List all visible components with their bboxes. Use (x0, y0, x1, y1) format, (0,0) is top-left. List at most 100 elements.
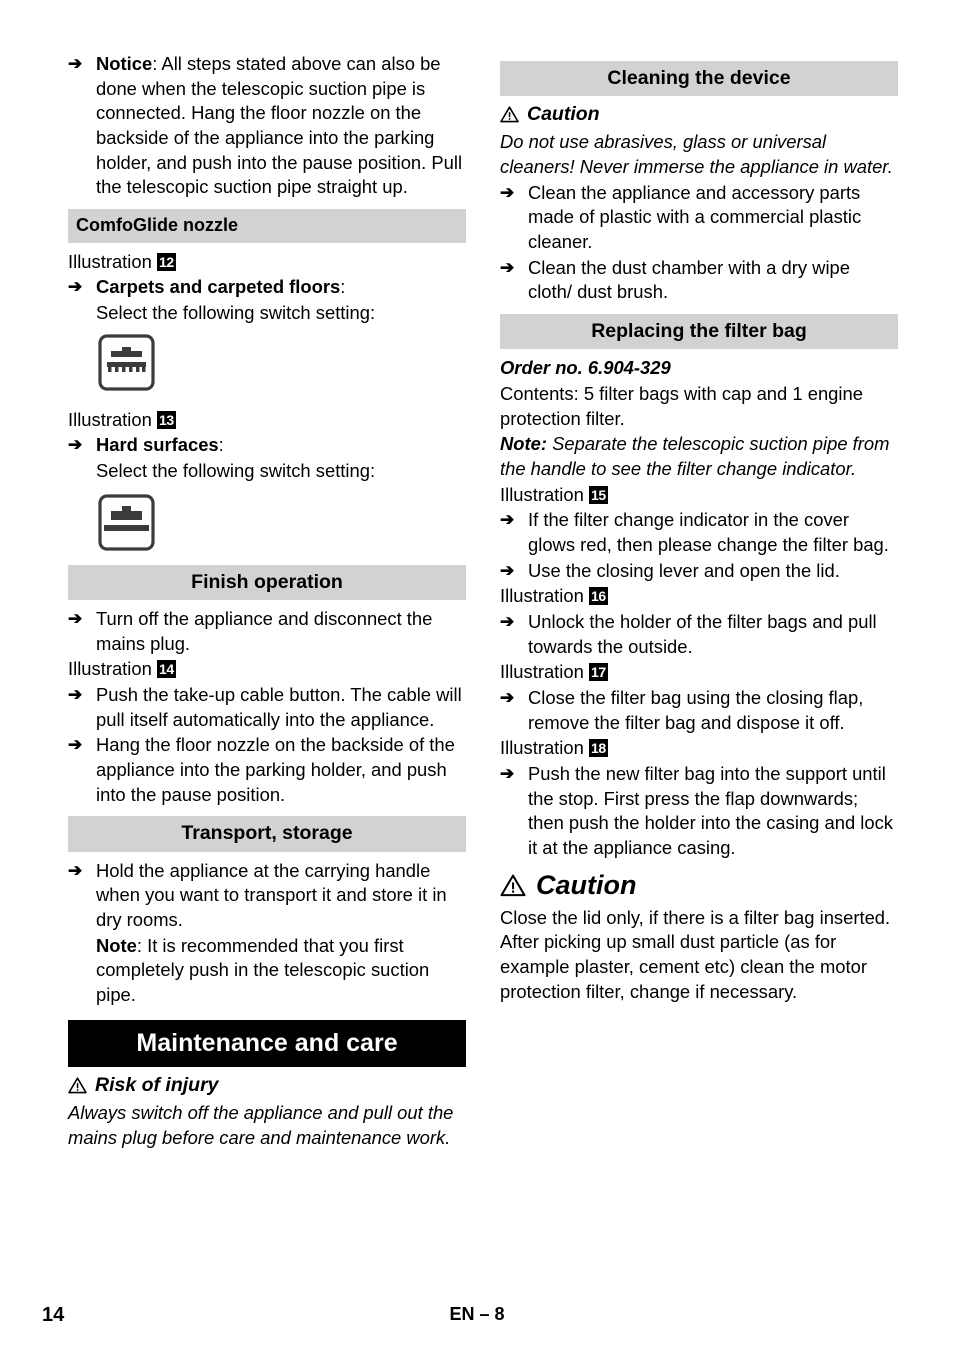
arrow-bullet-icon: ➔ (500, 182, 515, 202)
illustration-ref-17: Illustration 17 (500, 660, 898, 685)
illustration-label: Illustration (500, 661, 584, 683)
notice-lead: Notice (96, 53, 153, 74)
filter-bag-note-lead: Note: (500, 433, 547, 455)
carpets-bullet-text: Carpets and carpeted floors: (96, 275, 466, 300)
hard-surface-switch-setting-icon (98, 493, 466, 556)
illustration-label: Illustration (500, 737, 584, 759)
filter-bag-bullet-1-text: If the filter change indicator in the co… (528, 509, 889, 556)
manual-page: ➔ Notice: All steps stated above can als… (0, 0, 954, 1354)
illustration-badge-13: 13 (156, 410, 176, 429)
arrow-bullet-icon: ➔ (68, 735, 83, 755)
cleaning-caution-heading: Caution (500, 103, 898, 126)
illustration-label: Illustration (68, 408, 152, 430)
hard-surfaces-lead: Hard surfaces (96, 434, 219, 456)
illustration-ref-15: Illustration 15 (500, 483, 898, 508)
risk-of-injury-body: Always switch off the appliance and pull… (68, 1102, 454, 1148)
transport-note-body: : It is recommended that you first compl… (96, 934, 430, 1005)
language-page-marker: EN – 8 (449, 1304, 505, 1324)
filter-bag-order-no: Order no. 6.904-329 (500, 356, 898, 381)
section-header-finish-operation: Finish operation (68, 564, 466, 600)
filter-bag-bullet-1: ➔ If the filter change indicator in the … (500, 508, 898, 557)
final-caution-title: Caution (536, 869, 637, 900)
hard-surfaces-bullet-text: Hard surfaces: (96, 433, 466, 458)
section-header-cleaning-the-device: Cleaning the device (500, 61, 898, 97)
carpet-switch-setting-icon (98, 333, 466, 396)
arrow-bullet-icon: ➔ (500, 612, 515, 631)
final-caution-body: Close the lid only, if there is a filter… (500, 906, 891, 1002)
warning-triangle-icon (68, 1077, 87, 1094)
filter-bag-note-body: Separate the telescopic suction pipe fro… (500, 433, 890, 480)
two-column-layout: ➔ Notice: All steps stated above can als… (0, 52, 954, 1152)
order-no-value: Order no. 6.904-329 (500, 357, 671, 379)
cleaning-bullet-1: ➔ Clean the appliance and accessory part… (500, 181, 898, 255)
finish-bullet-3: ➔ Hang the floor nozzle on the backside … (68, 733, 466, 807)
page-footer: 14 EN – 8 (0, 1304, 954, 1328)
arrow-bullet-icon: ➔ (68, 435, 83, 455)
filter-bag-bullet-3-text: Unlock the holder of the filter bags and… (528, 611, 877, 657)
arrow-bullet-icon: ➔ (68, 684, 83, 704)
cleaning-caution-title: Caution (527, 103, 600, 126)
illustration-ref-18: Illustration 18 (500, 736, 898, 761)
filter-bag-bullet-4: ➔ Close the filter bag using the closing… (500, 686, 898, 735)
filter-bag-bullet-4-text: Close the filter bag using the closing f… (528, 686, 864, 733)
filter-bag-bullet-5-text: Push the new filter bag into the support… (528, 762, 894, 858)
arrow-bullet-icon: ➔ (500, 510, 515, 530)
cleaning-bullet-2-text: Clean the dust chamber with a dry wipe c… (528, 256, 850, 303)
carpets-instruction: Select the following switch setting: (96, 301, 376, 323)
finish-bullet-1-text: Turn off the appliance and disconnect th… (96, 607, 433, 654)
cleaning-bullet-2: ➔ Clean the dust chamber with a dry wipe… (500, 256, 898, 305)
finish-bullet-1: ➔ Turn off the appliance and disconnect … (68, 607, 466, 656)
hard-surfaces-colon: : (218, 434, 224, 456)
section-header-replacing-the-filter-bag: Replacing the filter bag (500, 314, 898, 350)
transport-note: Note: It is recommended that you first c… (96, 934, 466, 1008)
arrow-bullet-icon: ➔ (500, 560, 515, 580)
illustration-badge-18: 18 (588, 739, 608, 758)
arrow-bullet-icon: ➔ (68, 54, 83, 73)
filter-bag-contents: Contents: 5 filter bags with cap and 1 e… (500, 383, 863, 429)
illustration-label: Illustration (500, 585, 584, 607)
illustration-ref-12: Illustration 12 (68, 250, 466, 275)
hard-surfaces-instruction: Select the following switch setting: (96, 459, 376, 481)
illustration-label: Illustration (68, 658, 152, 680)
transport-note-lead: Note (96, 934, 137, 956)
carpets-colon: : (340, 276, 346, 298)
notice-bullet: ➔ Notice: All steps stated above can als… (68, 52, 466, 200)
hard-surfaces-bullet: ➔ Hard surfaces: (68, 433, 466, 458)
illustration-badge-15: 15 (588, 485, 608, 504)
right-column: Cleaning the device Caution Do not use a… (500, 52, 898, 1152)
carpets-lead: Carpets and carpeted floors (96, 276, 341, 298)
filter-bag-bullet-5: ➔ Push the new filter bag into the suppo… (500, 762, 898, 861)
illustration-label: Illustration (68, 250, 152, 272)
filter-bag-bullet-2: ➔ Use the closing lever and open the lid… (500, 559, 898, 584)
illustration-ref-16: Illustration 16 (500, 584, 898, 609)
hard-surface-switch-setting-glyph (98, 493, 155, 551)
carpets-bullet: ➔ Carpets and carpeted floors: (68, 275, 466, 300)
warning-triangle-icon (500, 106, 519, 123)
transport-bullet-1: ➔ Hold the appliance at the carrying han… (68, 859, 466, 933)
section-header-maintenance-and-care: Maintenance and care (68, 1019, 466, 1068)
transport-bullet-1-text: Hold the appliance at the carrying handl… (96, 859, 447, 930)
illustration-label: Illustration (500, 483, 584, 505)
warning-triangle-icon (500, 874, 526, 896)
illustration-ref-13: Illustration 13 (68, 408, 466, 433)
illustration-badge-17: 17 (588, 663, 608, 682)
notice-body: : All steps stated above can also be don… (96, 53, 463, 198)
cleaning-bullet-1-text: Clean the appliance and accessory parts … (528, 181, 862, 253)
risk-of-injury-heading: Risk of injury (68, 1074, 466, 1097)
filter-bag-note: Note: Separate the telescopic suction pi… (500, 432, 898, 481)
arrow-bullet-icon: ➔ (68, 277, 83, 297)
risk-of-injury-title: Risk of injury (95, 1074, 219, 1097)
section-header-comfoglide-nozzle: ComfoGlide nozzle (68, 208, 466, 243)
arrow-bullet-icon: ➔ (68, 860, 83, 880)
carpet-switch-setting-glyph (98, 333, 155, 391)
arrow-bullet-icon: ➔ (500, 763, 515, 783)
section-header-transport-storage: Transport, storage (68, 816, 466, 852)
illustration-ref-14: Illustration 14 (68, 657, 466, 682)
illustration-badge-12: 12 (156, 252, 176, 271)
arrow-bullet-icon: ➔ (500, 687, 515, 707)
notice-bullet-text: Notice: All steps stated above can also … (96, 52, 466, 200)
arrow-bullet-icon: ➔ (500, 257, 515, 277)
illustration-badge-14: 14 (156, 660, 176, 679)
illustration-badge-16: 16 (588, 587, 608, 606)
filter-bag-bullet-2-text: Use the closing lever and open the lid. (528, 559, 840, 581)
